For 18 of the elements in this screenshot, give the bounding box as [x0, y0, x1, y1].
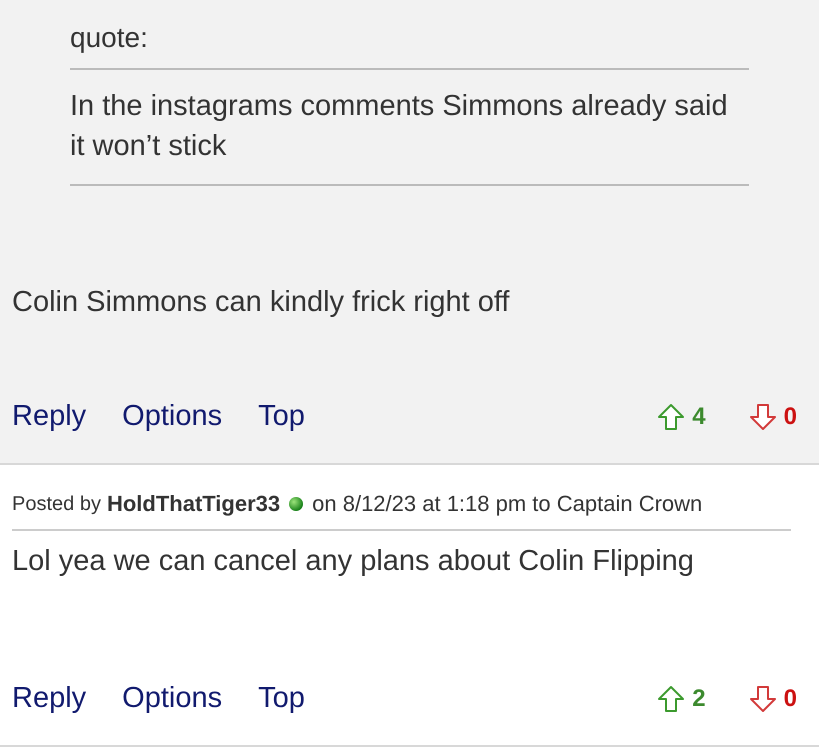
post-body: Lol yea we can cancel any plans about Colin Flipping	[12, 544, 695, 578]
post-action-link[interactable]: Top	[258, 682, 305, 715]
post-meta: on 8/12/23 at 1:18 pm to Captain Crown	[312, 491, 702, 517]
post-action-link[interactable]: Reply	[12, 400, 86, 433]
upvote-count: 4	[692, 402, 706, 430]
downvote-count: 0	[784, 684, 797, 712]
post-action-link[interactable]: Options	[122, 400, 222, 433]
post-body: Colin Simmons can kindly frick right off	[12, 285, 510, 319]
upvote-count: 2	[692, 684, 706, 712]
post-action-link[interactable]: Reply	[12, 682, 86, 715]
quote-label: quote:	[70, 22, 749, 70]
post-action-link[interactable]: Top	[258, 400, 305, 433]
post-action-link[interactable]: Options	[122, 682, 222, 715]
author-link[interactable]: HoldThatTiger33	[106, 491, 280, 517]
quote-text: In the instagrams comments Simmons already said it won’t stick	[70, 70, 749, 186]
downvote-count: 0	[784, 402, 797, 430]
post-prefix: Posted by	[12, 492, 101, 516]
online-dot-icon	[288, 496, 304, 512]
